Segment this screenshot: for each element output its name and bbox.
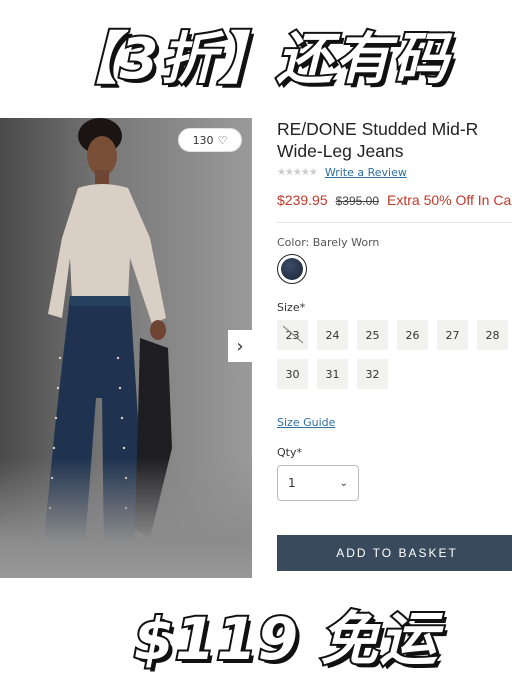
color-swatch-selected[interactable] (277, 254, 307, 284)
promo-banner-top: 【3折】还有码 (0, 0, 512, 108)
floor-shadow (0, 458, 252, 578)
qty-value: 1 (288, 476, 296, 490)
next-image-button[interactable]: › (228, 330, 252, 362)
product-title-line2: Wide-Leg Jeans (277, 141, 404, 161)
price-original: $395.00 (335, 194, 379, 208)
size-option-32[interactable]: 32 (357, 359, 388, 389)
favorite-count: 130 (192, 133, 214, 147)
chevron-down-icon: ⌄ (339, 477, 348, 489)
size-option-30[interactable]: 30 (277, 359, 308, 389)
rating-stars: ★★★★★ (277, 167, 318, 178)
divider (277, 222, 512, 223)
size-option-24[interactable]: 24 (317, 320, 348, 350)
rating-row: ★★★★★ Write a Review (277, 166, 407, 179)
product-title: RE/DONE Studded Mid-R Wide-Leg Jeans (277, 118, 512, 162)
size-option-28[interactable]: 28 (477, 320, 508, 350)
add-to-basket-button[interactable]: ADD TO BASKET (277, 535, 512, 571)
size-label: Size* (277, 301, 306, 314)
size-option-23[interactable]: 23 (277, 320, 308, 350)
qty-label: Qty* (277, 446, 302, 459)
promo-text-bottom: $119 免运 (132, 603, 440, 675)
color-swatch (281, 258, 303, 280)
price-row: $239.95 $395.00 Extra 50% Off In Ca (277, 192, 511, 210)
promo-banner-bottom: $119 免运 (0, 585, 512, 683)
size-guide-link[interactable]: Size Guide (277, 416, 335, 429)
favorite-button[interactable]: 130 ♡ (178, 128, 242, 152)
price-promo: Extra 50% Off In Ca (387, 192, 512, 208)
write-review-link[interactable]: Write a Review (325, 166, 407, 179)
size-grid: 23 24 25 26 27 28 30 31 32 (277, 320, 512, 389)
product-photo[interactable] (0, 118, 252, 578)
size-option-26[interactable]: 26 (397, 320, 428, 350)
product-details: RE/DONE Studded Mid-R Wide-Leg Jeans ★★★… (277, 118, 512, 584)
size-option-31[interactable]: 31 (317, 359, 348, 389)
size-option-25[interactable]: 25 (357, 320, 388, 350)
chevron-right-icon: › (236, 335, 244, 357)
size-option-27[interactable]: 27 (437, 320, 468, 350)
heart-icon: ♡ (217, 133, 228, 147)
price-current: $239.95 (277, 192, 328, 208)
product-title-line1: RE/DONE Studded Mid-R (277, 119, 479, 139)
color-label: Color: Barely Worn (277, 236, 380, 249)
promo-text-top: 【3折】还有码 (60, 25, 451, 94)
qty-select[interactable]: 1 ⌄ (277, 465, 359, 501)
